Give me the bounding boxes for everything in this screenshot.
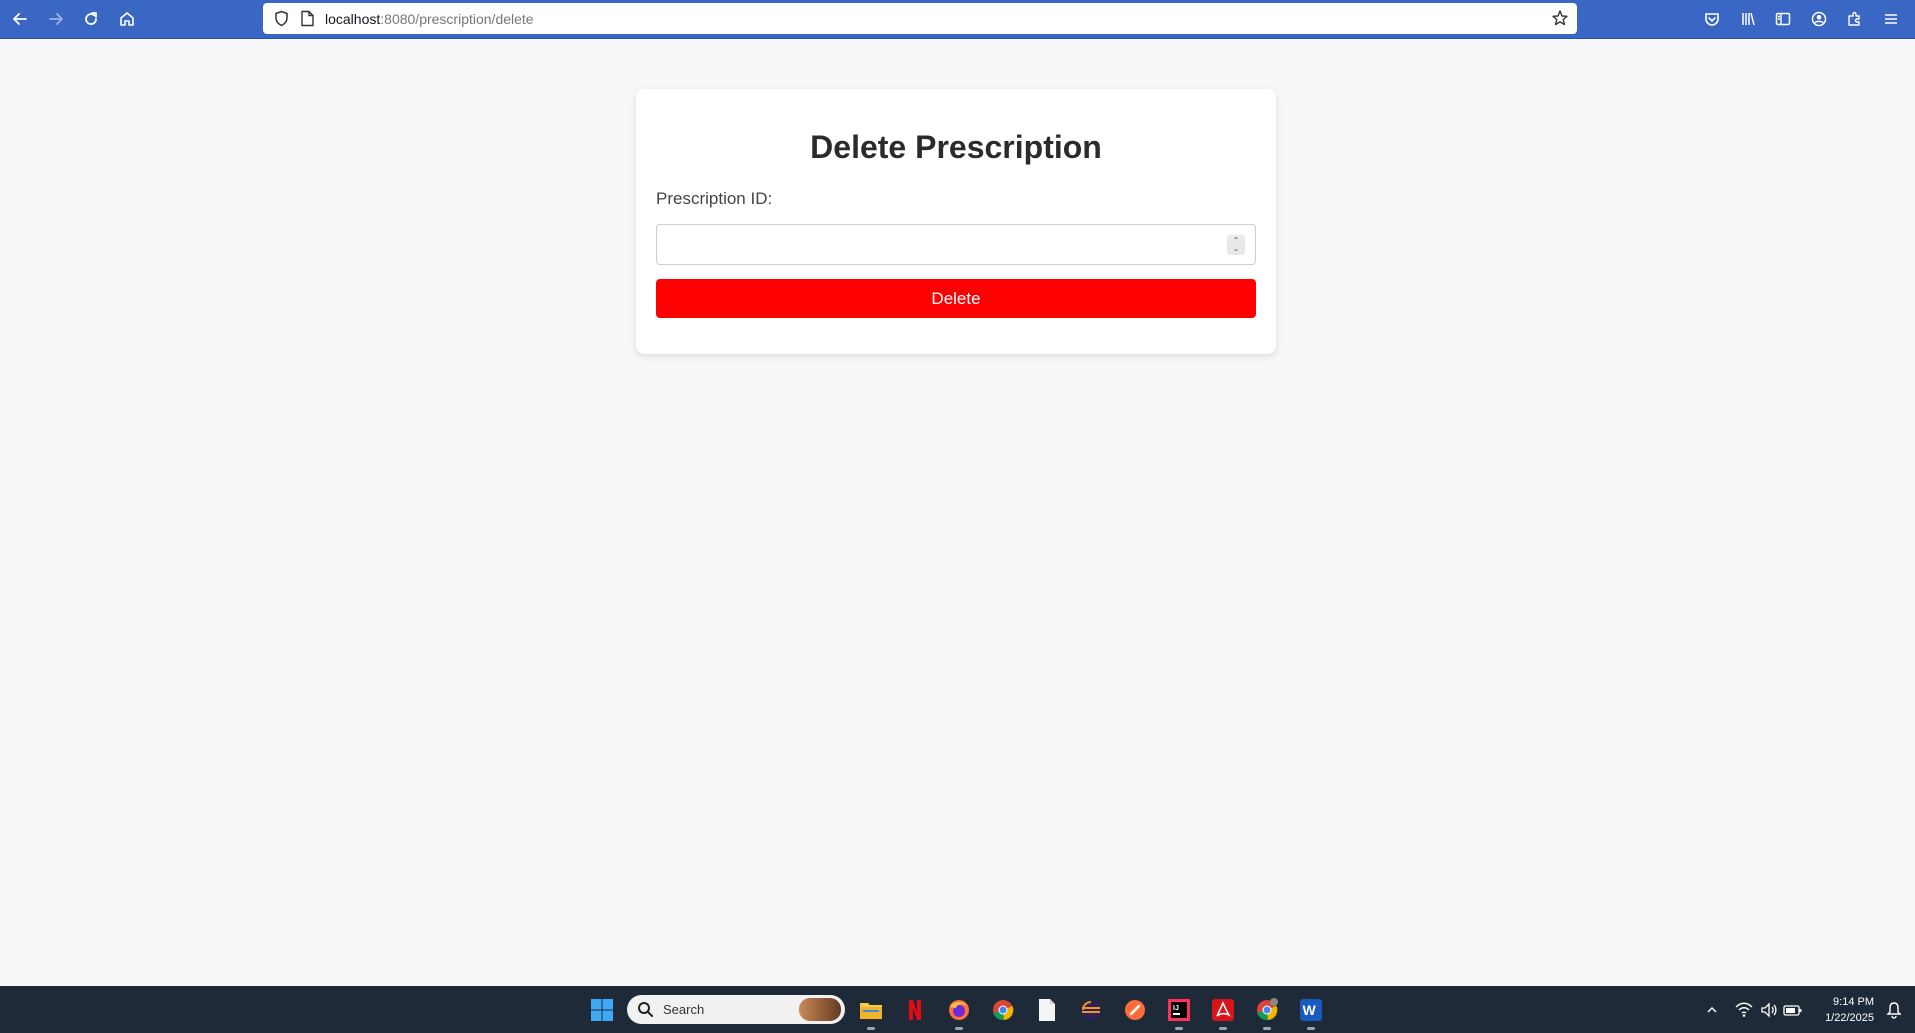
netflix-icon[interactable] — [901, 996, 929, 1024]
running-indicator — [1175, 1027, 1183, 1030]
firefox-icon[interactable] — [945, 996, 973, 1030]
spinner-down-icon[interactable]: ⌄ — [1233, 245, 1240, 253]
windows-taskbar: Search IJ W 9:14 PM 1/22/2025 — [0, 986, 1915, 1033]
running-indicator — [1307, 1027, 1315, 1030]
chevron-up-icon[interactable] — [1698, 996, 1726, 1024]
url-host: localhost — [325, 11, 381, 27]
back-icon[interactable] — [6, 5, 34, 33]
file-icon[interactable] — [1033, 996, 1061, 1024]
svg-text:IJ: IJ — [1173, 1005, 1179, 1012]
bookmark-star-icon[interactable] — [1551, 9, 1569, 27]
menu-icon[interactable] — [1877, 5, 1905, 33]
battery-icon[interactable] — [1779, 996, 1807, 1024]
url-path: :8080/prescription/delete — [380, 11, 534, 27]
pocket-icon[interactable] — [1698, 5, 1726, 33]
page-title: Delete Prescription — [810, 129, 1102, 165]
eclipse-icon[interactable] — [1077, 996, 1105, 1024]
page-content: Delete Prescription Prescription ID: ⌃ ⌄… — [0, 39, 1915, 986]
reload-icon[interactable] — [77, 5, 105, 33]
svg-text:W: W — [1303, 1002, 1317, 1018]
running-indicator — [955, 1027, 963, 1030]
clock-date: 1/22/2025 — [1825, 1012, 1874, 1024]
search-icon — [638, 1002, 653, 1017]
postman-icon[interactable] — [1121, 996, 1149, 1024]
prescription-id-input[interactable]: ⌃ ⌄ — [656, 224, 1256, 265]
taskbar-clock[interactable]: 9:14 PM 1/22/2025 — [1810, 994, 1874, 1026]
notification-icon[interactable] — [1880, 996, 1908, 1024]
running-indicator — [1263, 1027, 1271, 1030]
url-bar[interactable]: localhost:8080/prescription/delete — [263, 3, 1577, 34]
page-icon[interactable] — [300, 10, 315, 27]
running-indicator — [1219, 1027, 1227, 1030]
shield-icon[interactable] — [273, 10, 290, 27]
search-highlight-image — [799, 998, 841, 1021]
browser-toolbar: localhost:8080/prescription/delete — [0, 0, 1915, 39]
extensions-icon[interactable] — [1841, 5, 1869, 33]
intellij-icon[interactable]: IJ — [1165, 996, 1193, 1030]
forward-icon[interactable] — [42, 5, 70, 33]
wifi-icon[interactable] — [1730, 996, 1758, 1024]
delete-prescription-card: Delete Prescription Prescription ID: ⌃ ⌄… — [636, 89, 1276, 354]
home-icon[interactable] — [113, 5, 141, 33]
search-placeholder: Search — [663, 1002, 705, 1017]
account-icon[interactable] — [1805, 5, 1833, 33]
prescription-id-label: Prescription ID: — [656, 189, 773, 208]
library-icon[interactable] — [1734, 5, 1762, 33]
delete-button[interactable]: Delete — [656, 279, 1256, 318]
acrobat-icon[interactable] — [1209, 996, 1237, 1030]
taskbar-search[interactable]: Search — [627, 995, 845, 1024]
sidebar-icon[interactable] — [1769, 5, 1797, 33]
file-explorer-icon[interactable] — [857, 996, 885, 1030]
word-icon[interactable]: W — [1297, 996, 1325, 1030]
number-spinner[interactable]: ⌃ ⌄ — [1227, 235, 1245, 255]
clock-time: 9:14 PM — [1833, 996, 1874, 1008]
running-indicator — [867, 1027, 875, 1030]
url-text[interactable]: localhost:8080/prescription/delete — [325, 11, 534, 27]
chrome-profile-icon[interactable] — [1253, 996, 1281, 1030]
chrome-icon[interactable] — [989, 996, 1017, 1024]
windows-start-icon[interactable] — [588, 996, 616, 1024]
